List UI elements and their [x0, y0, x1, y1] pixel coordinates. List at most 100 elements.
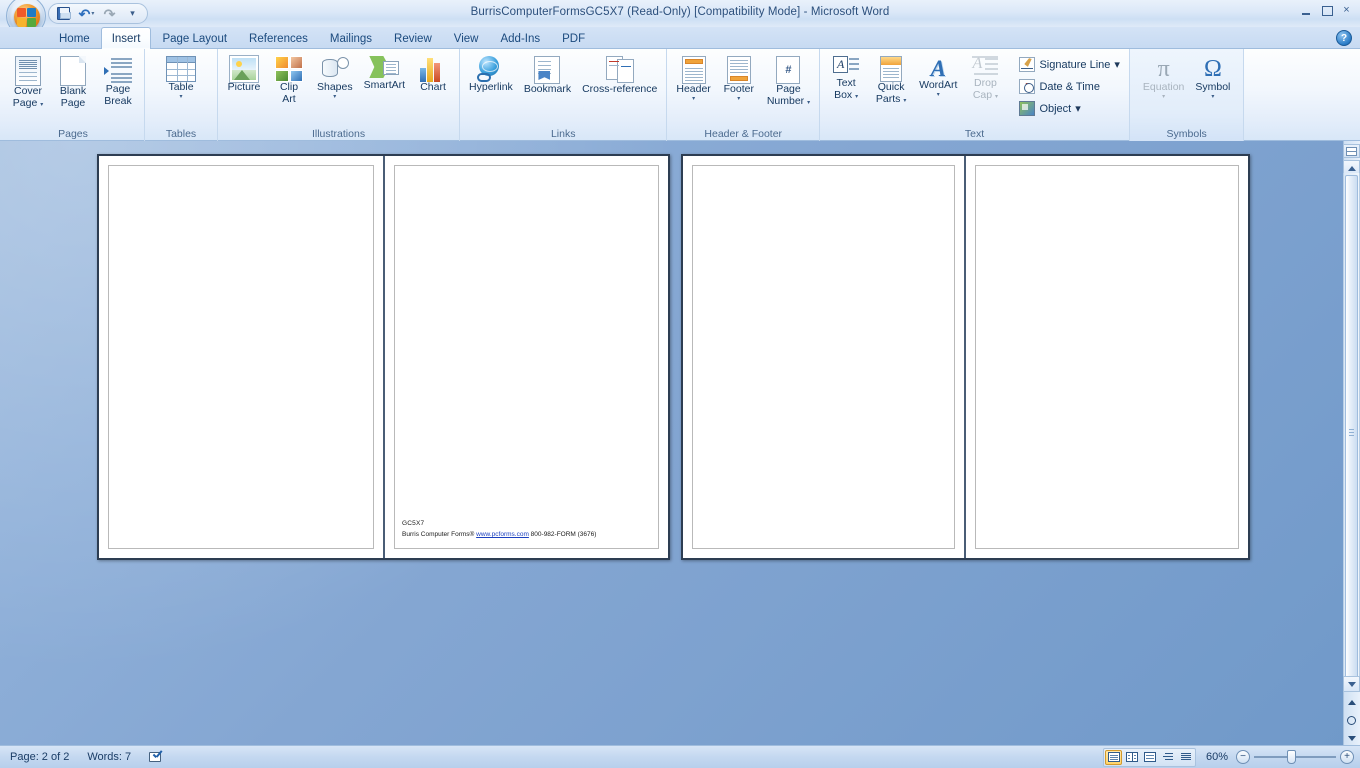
page-spread-2[interactable] — [681, 154, 1250, 560]
full-screen-reading-icon — [1125, 752, 1138, 762]
button-label: Table — [168, 81, 194, 93]
smartart-button[interactable]: SmartArt — [359, 53, 410, 95]
tab-pdf[interactable]: PDF — [551, 29, 596, 49]
tab-review[interactable]: Review — [383, 29, 443, 49]
redo-button[interactable]: ↷ — [99, 5, 120, 22]
customize-quick-access-button[interactable]: ▾ — [122, 5, 143, 22]
page-1-right[interactable]: GC5X7 Burris Computer Forms® www.pcforms… — [385, 156, 668, 558]
zoom-slider-thumb[interactable] — [1287, 750, 1296, 764]
illustrations-dialog-launcher[interactable] — [445, 129, 456, 140]
shapes-button[interactable]: Shapes ▾ — [312, 53, 358, 103]
zoom-in-button[interactable]: + — [1340, 750, 1354, 764]
ribbon-group-tables: Table ▾ Tables — [144, 49, 217, 141]
drop-cap-button[interactable]: A Drop Cap ▾ — [963, 53, 1007, 104]
button-label: Picture — [227, 81, 261, 93]
cover-page-icon — [15, 56, 41, 86]
date-time-button[interactable]: 5 Date & Time — [1014, 76, 1124, 97]
page-number-icon: # — [776, 56, 801, 84]
scrollbar-thumb[interactable] — [1345, 175, 1358, 691]
button-label: Object — [1039, 102, 1072, 115]
signature-line-button[interactable]: Signature Line ▾ — [1014, 54, 1124, 75]
ribbon-tabs: Home Insert Page Layout References Maili… — [48, 27, 596, 49]
save-button[interactable] — [53, 5, 74, 22]
zoom-out-button[interactable]: − — [1236, 750, 1250, 764]
hyperlink-button[interactable]: Hyperlink — [464, 53, 518, 97]
view-print-layout[interactable] — [1105, 749, 1122, 765]
text-box-icon: A — [833, 56, 860, 78]
picture-button[interactable]: Picture — [222, 53, 266, 97]
restore-button[interactable] — [1317, 2, 1336, 18]
chevron-down-icon: ▾ — [40, 101, 44, 108]
quick-parts-button[interactable]: Quick Parts ▾ — [869, 53, 913, 108]
equation-icon: π — [1157, 56, 1170, 82]
quick-access-toolbar: ↶ ▾ ↷ ▾ — [48, 3, 148, 24]
page-1-left[interactable] — [99, 156, 383, 558]
ribbon: Cover Page ▾ Blank Page Page Break Pages… — [0, 49, 1360, 141]
window-controls: × — [1297, 2, 1356, 18]
page-spread-1[interactable]: GC5X7 Burris Computer Forms® www.pcforms… — [97, 154, 670, 560]
scroll-down-button[interactable] — [1343, 676, 1360, 692]
page-2-left[interactable] — [683, 156, 964, 558]
tab-add-ins[interactable]: Add-Ins — [489, 29, 551, 49]
tab-home[interactable]: Home — [48, 29, 101, 49]
symbol-button[interactable]: Ω Symbol ▾ — [1190, 53, 1235, 103]
page-2-right[interactable] — [966, 156, 1248, 558]
double-chevron-down-icon — [1347, 736, 1356, 741]
table-button[interactable]: Table ▾ — [155, 53, 207, 103]
tab-view[interactable]: View — [443, 29, 490, 49]
undo-button[interactable]: ↶ ▾ — [76, 5, 97, 22]
button-label-2: Number ▾ — [766, 94, 811, 107]
bookmark-button[interactable]: Bookmark — [519, 53, 576, 99]
group-label-symbols: Symbols — [1166, 128, 1207, 140]
page-number-button[interactable]: # Page Number ▾ — [762, 53, 815, 110]
previous-page-button[interactable] — [1344, 695, 1359, 710]
blank-page-button[interactable]: Blank Page — [51, 53, 95, 112]
tab-mailings[interactable]: Mailings — [319, 29, 383, 49]
next-page-button[interactable] — [1344, 731, 1359, 746]
document-canvas[interactable]: GC5X7 Burris Computer Forms® www.pcforms… — [0, 141, 1360, 745]
quick-parts-icon — [880, 56, 903, 82]
zoom-level[interactable]: 60% — [1200, 751, 1232, 763]
view-full-screen-reading[interactable] — [1123, 750, 1140, 765]
select-browse-object-button[interactable] — [1344, 713, 1359, 728]
scrollbar-track[interactable] — [1343, 173, 1360, 691]
signature-line-icon — [1019, 57, 1036, 72]
tab-insert[interactable]: Insert — [100, 27, 152, 49]
footer-button[interactable]: Footer ▾ — [717, 53, 761, 105]
object-button[interactable]: Object ▾ — [1014, 98, 1124, 119]
chevron-down-icon: ▾ — [737, 95, 741, 102]
chevron-down-icon: ▾ — [1162, 93, 1166, 100]
view-outline[interactable] — [1159, 750, 1176, 765]
button-label-2: Box ▾ — [834, 88, 859, 101]
tab-page-layout[interactable]: Page Layout — [151, 29, 238, 49]
page-indicator[interactable]: Page: 2 of 2 — [2, 748, 77, 767]
chevron-down-icon: ▾ — [807, 99, 811, 106]
text-box-button[interactable]: A Text Box ▾ — [824, 53, 868, 104]
view-web-layout[interactable] — [1141, 750, 1158, 765]
page-break-button[interactable]: Page Break — [96, 53, 140, 110]
chart-button[interactable]: Chart — [411, 53, 455, 97]
zoom-slider[interactable] — [1254, 750, 1336, 764]
pcforms-link[interactable]: www.pcforms.com — [476, 531, 529, 538]
cross-reference-button[interactable]: Cross-reference — [577, 53, 662, 99]
header-icon — [681, 56, 706, 84]
proofing-status-button[interactable] — [141, 748, 165, 767]
date-time-icon: 5 — [1019, 79, 1036, 94]
window-title: BurrisComputerFormsGC5X7 (Read-Only) [Co… — [470, 6, 890, 18]
button-label: Chart — [420, 81, 446, 93]
close-button[interactable]: × — [1337, 2, 1356, 18]
group-label-links: Links — [550, 128, 576, 140]
equation-button[interactable]: π Equation ▾ — [1138, 53, 1189, 103]
clip-art-button[interactable]: Clip Art — [267, 53, 311, 108]
word-count[interactable]: Words: 7 — [79, 748, 139, 767]
wordart-button[interactable]: A WordArt ▾ — [914, 53, 962, 101]
split-window-handle[interactable] — [1343, 144, 1360, 158]
word-application-window: BurrisComputerFormsGC5X7 (Read-Only) [Co… — [0, 0, 1360, 768]
ribbon-group-header-footer: Header ▾ Footer ▾ # Page Number ▾ Header… — [666, 49, 819, 141]
view-draft[interactable] — [1177, 750, 1194, 765]
tab-references[interactable]: References — [238, 29, 319, 49]
minimize-button[interactable] — [1297, 2, 1316, 18]
help-icon[interactable]: ? — [1336, 30, 1352, 46]
header-button[interactable]: Header ▾ — [671, 53, 715, 105]
cover-page-button[interactable]: Cover Page ▾ — [6, 53, 50, 112]
